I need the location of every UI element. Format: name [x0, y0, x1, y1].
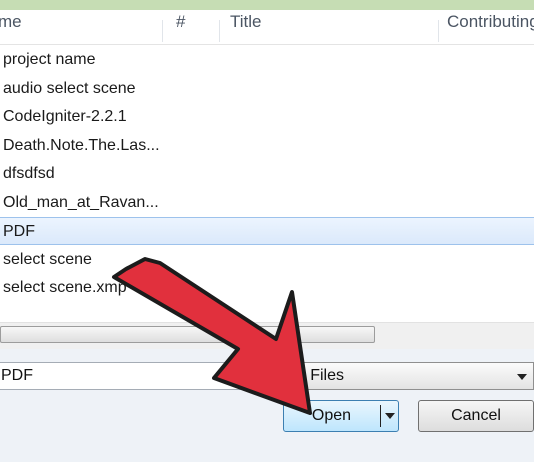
file-name: Old_man_at_Ravan... — [3, 194, 159, 211]
file-row[interactable]: Death.Note.The.Las... — [0, 132, 534, 160]
file-name: audio select scene — [3, 80, 136, 97]
open-button-label: Open — [311, 407, 352, 424]
chevron-down-icon[interactable] — [385, 413, 395, 419]
column-header-name[interactable]: me — [0, 10, 22, 44]
top-accent-strip — [0, 0, 534, 10]
file-name: project name — [3, 51, 96, 68]
column-header-contributing[interactable]: Contributing — [447, 10, 534, 44]
file-name: PDF — [3, 223, 35, 240]
file-name: CodeIgniter-2.2.1 — [3, 108, 127, 125]
file-row[interactable]: project name — [0, 46, 534, 74]
cancel-button[interactable]: Cancel — [418, 400, 534, 432]
file-name: select scene.xmp — [3, 279, 127, 296]
file-row-selected[interactable]: PDF — [0, 217, 534, 245]
filetype-dropdown[interactable]: All Files — [284, 362, 534, 390]
filename-input[interactable]: PDF — [0, 362, 273, 390]
filetype-value: All Files — [288, 367, 345, 384]
open-button[interactable]: Open — [283, 400, 399, 432]
file-list: project name audio select scene CodeIgni… — [0, 46, 534, 314]
file-name: select scene — [3, 251, 92, 268]
column-header-number[interactable]: # — [176, 10, 185, 44]
file-name: Death.Note.The.Las... — [3, 137, 160, 154]
file-row[interactable]: select scene.xmp — [0, 274, 534, 302]
file-name: dfsdfsd — [3, 165, 55, 182]
file-row[interactable]: select scene — [0, 246, 534, 274]
column-divider[interactable] — [219, 20, 220, 42]
file-row[interactable]: Old_man_at_Ravan... — [0, 189, 534, 217]
file-row[interactable]: dfsdfsd — [0, 160, 534, 188]
column-header-bar: me # Title Contributing — [0, 10, 534, 45]
column-divider[interactable] — [162, 20, 163, 42]
chevron-down-icon — [517, 374, 527, 380]
split-button-divider — [380, 405, 381, 427]
file-row[interactable]: audio select scene — [0, 75, 534, 103]
file-row[interactable]: CodeIgniter-2.2.1 — [0, 103, 534, 131]
column-header-title[interactable]: Title — [230, 10, 262, 44]
column-divider[interactable] — [438, 20, 439, 42]
scrollbar-thumb[interactable] — [0, 326, 375, 343]
